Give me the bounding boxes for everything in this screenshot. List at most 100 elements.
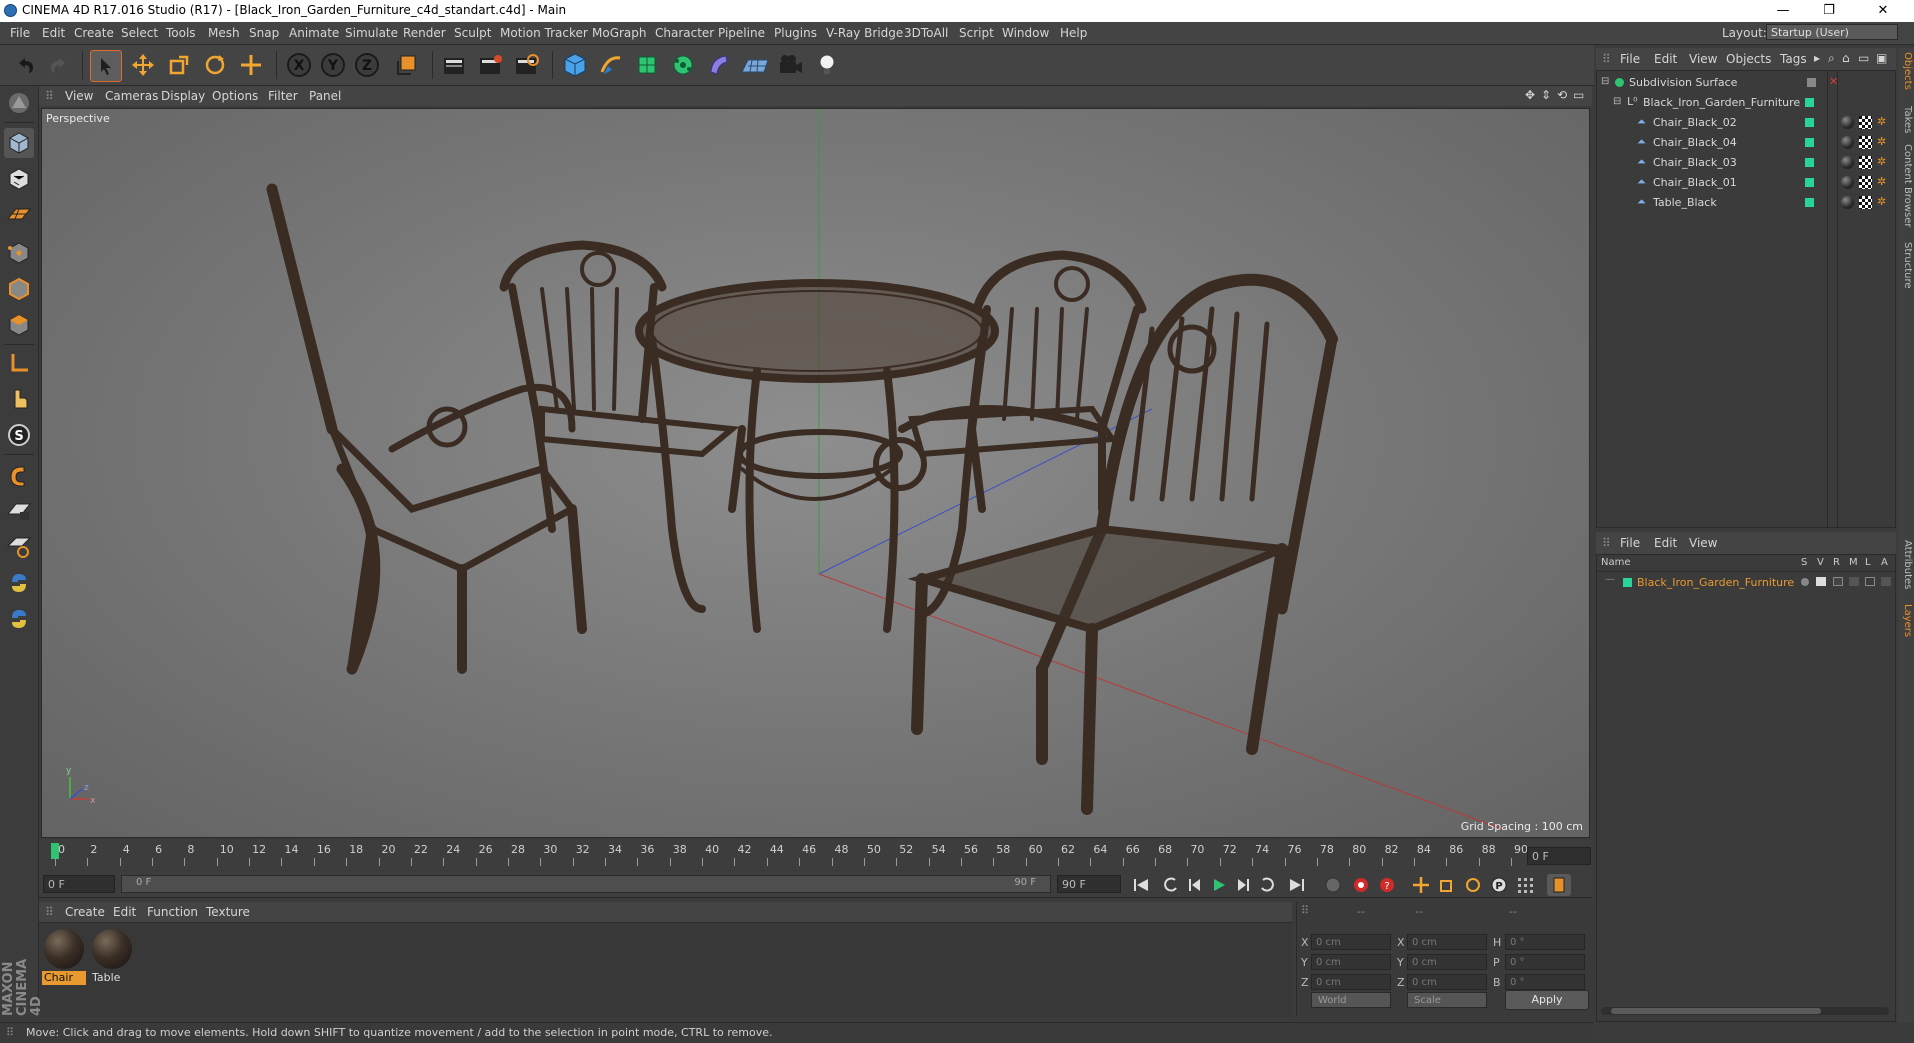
move-icon[interactable]: [128, 50, 158, 80]
phong-tag-icon[interactable]: ✲: [1877, 116, 1889, 128]
material-tag-icon[interactable]: [1841, 136, 1854, 149]
timeline-ruler[interactable]: 0 2 4 6 8 10 12 14 16 18 20 22 24 26 28 30 32 34 36 38 40 42 4…: [39, 840, 1592, 870]
tab-structure[interactable]: Structure: [1899, 242, 1913, 289]
layer-solo-toggle[interactable]: [1801, 578, 1809, 586]
x-axis-icon[interactable]: X: [284, 50, 314, 80]
pen-icon[interactable]: [596, 50, 626, 80]
rotation-p-field[interactable]: 0 °: [1505, 954, 1585, 970]
object-row-chair-black-01[interactable]: ⏶ Chair_Black_01 ✲: [1597, 173, 1895, 193]
layer-lock-toggle[interactable]: [1865, 577, 1875, 586]
menu-render[interactable]: Render: [403, 26, 446, 40]
light-icon[interactable]: [812, 50, 842, 80]
motion-record-icon[interactable]: [1321, 874, 1345, 896]
phong-tag-icon[interactable]: ✲: [1877, 176, 1889, 188]
viewport-pan-icon[interactable]: ✥: [1525, 88, 1535, 102]
menu-pipeline[interactable]: Pipeline: [718, 26, 765, 40]
menu-vray-bridge[interactable]: V-Ray Bridge: [826, 26, 903, 40]
points-mode-icon[interactable]: [4, 238, 34, 268]
key-parameter-icon[interactable]: P: [1487, 874, 1511, 896]
phong-tag-icon[interactable]: ✲: [1877, 136, 1889, 148]
menu-mograph[interactable]: MoGraph: [592, 26, 647, 40]
layer-color-icon[interactable]: [1805, 178, 1814, 187]
key-pla-icon[interactable]: [1513, 874, 1537, 896]
viewport-menu-panel[interactable]: Panel: [309, 89, 341, 103]
viewport-maximize-icon[interactable]: ▭: [1573, 88, 1584, 102]
subdivision-icon[interactable]: [632, 50, 662, 80]
render-settings-icon[interactable]: [512, 50, 542, 80]
om-up-icon[interactable]: ⌂: [1842, 51, 1850, 65]
object-mode-icon[interactable]: [4, 128, 34, 158]
viewport-menu-display[interactable]: Display: [161, 89, 205, 103]
menu-plugins[interactable]: Plugins: [774, 26, 817, 40]
model-mode-icon[interactable]: [4, 88, 34, 118]
viewport-menu-filter[interactable]: Filter: [268, 89, 298, 103]
render-view-icon[interactable]: [440, 50, 470, 80]
layer-color-icon[interactable]: [1805, 158, 1814, 167]
workplane-snap-icon[interactable]: [4, 532, 34, 562]
layer-render-toggle[interactable]: [1833, 577, 1843, 586]
material-tag-icon[interactable]: [1841, 196, 1854, 209]
coord-mode-world-select[interactable]: World: [1311, 992, 1391, 1008]
loop-icon[interactable]: [1255, 874, 1279, 896]
size-y-field[interactable]: 0 cm: [1407, 954, 1487, 970]
viewport-rotate-icon[interactable]: ⟲: [1557, 88, 1567, 102]
layout-select[interactable]: Startup (User): [1766, 24, 1898, 40]
phong-tag-icon[interactable]: ✲: [1877, 156, 1889, 168]
step-back-icon[interactable]: [1183, 874, 1207, 896]
autokey-icon[interactable]: ?: [1375, 874, 1399, 896]
key-position-icon[interactable]: [1409, 874, 1433, 896]
rotate-icon[interactable]: [200, 50, 230, 80]
end-frame-field[interactable]: 90 F: [1057, 875, 1121, 893]
lm-menu-edit[interactable]: Edit: [1654, 536, 1677, 550]
play-icon[interactable]: [1207, 874, 1231, 896]
tab-takes[interactable]: Takes: [1899, 106, 1913, 133]
menu-mesh[interactable]: Mesh: [208, 26, 240, 40]
material-menu-edit[interactable]: Edit: [113, 905, 136, 919]
lock-workplane-icon[interactable]: [4, 496, 34, 526]
position-z-field[interactable]: 0 cm: [1311, 974, 1391, 990]
menu-select[interactable]: Select: [121, 26, 158, 40]
collapse-icon[interactable]: ⊟: [1613, 96, 1621, 107]
camera-icon[interactable]: [776, 50, 806, 80]
size-z-field[interactable]: 0 cm: [1407, 974, 1487, 990]
z-axis-icon[interactable]: Z: [352, 50, 382, 80]
material-tag-icon[interactable]: [1841, 116, 1854, 129]
om-menu-file[interactable]: File: [1620, 52, 1640, 66]
uvw-tag-icon[interactable]: [1859, 116, 1872, 129]
material-tag-icon[interactable]: [1841, 156, 1854, 169]
menu-3dtoall[interactable]: 3DToAll: [904, 26, 948, 40]
viewport-menu-view[interactable]: View: [65, 89, 93, 103]
object-row-black-iron-garden-furniture[interactable]: ⊟ L⁰ Black_Iron_Garden_Furniture: [1597, 93, 1895, 113]
menu-file[interactable]: File: [10, 26, 30, 40]
menu-simulate[interactable]: Simulate: [345, 26, 398, 40]
uvw-tag-icon[interactable]: [1859, 176, 1872, 189]
menu-sculpt[interactable]: Sculpt: [454, 26, 491, 40]
undo-icon[interactable]: [10, 50, 40, 80]
object-row-chair-black-04[interactable]: ⏶ Chair_Black_04 ✲: [1597, 133, 1895, 153]
material-chair[interactable]: Chair: [42, 927, 86, 985]
edges-mode-icon[interactable]: [4, 274, 34, 304]
menu-snap[interactable]: Snap: [249, 26, 279, 40]
layer-color-icon[interactable]: [1805, 198, 1814, 207]
position-x-field[interactable]: 0 cm: [1311, 934, 1391, 950]
key-rotation-icon[interactable]: [1461, 874, 1485, 896]
object-row-table-black[interactable]: ⏶ Table_Black ✲: [1597, 193, 1895, 213]
om-more-icon[interactable]: ▸: [1814, 51, 1820, 65]
apply-button[interactable]: Apply: [1505, 990, 1589, 1010]
python-script-icon[interactable]: [4, 604, 34, 634]
viewport-menu-cameras[interactable]: Cameras: [105, 89, 158, 103]
uvw-tag-icon[interactable]: [1859, 136, 1872, 149]
current-frame-field[interactable]: 0 F: [1527, 847, 1591, 865]
texture-mode-icon[interactable]: [4, 164, 34, 194]
menu-window[interactable]: Window: [1002, 26, 1049, 40]
collapse-icon[interactable]: ⊟: [1601, 76, 1609, 87]
floor-icon[interactable]: [740, 50, 770, 80]
start-frame-field[interactable]: 0 F: [43, 875, 115, 893]
tab-objects[interactable]: Objects: [1899, 52, 1913, 90]
coordinate-system-icon[interactable]: [392, 50, 422, 80]
object-row-subdivision-surface[interactable]: ⊟ Subdivision Surface ✕: [1597, 73, 1895, 93]
size-x-field[interactable]: 0 cm: [1407, 934, 1487, 950]
tab-content-browser[interactable]: Content Browser: [1899, 144, 1913, 227]
record-keys-icon[interactable]: [1349, 874, 1373, 896]
restore-button[interactable]: ❐: [1806, 0, 1852, 22]
